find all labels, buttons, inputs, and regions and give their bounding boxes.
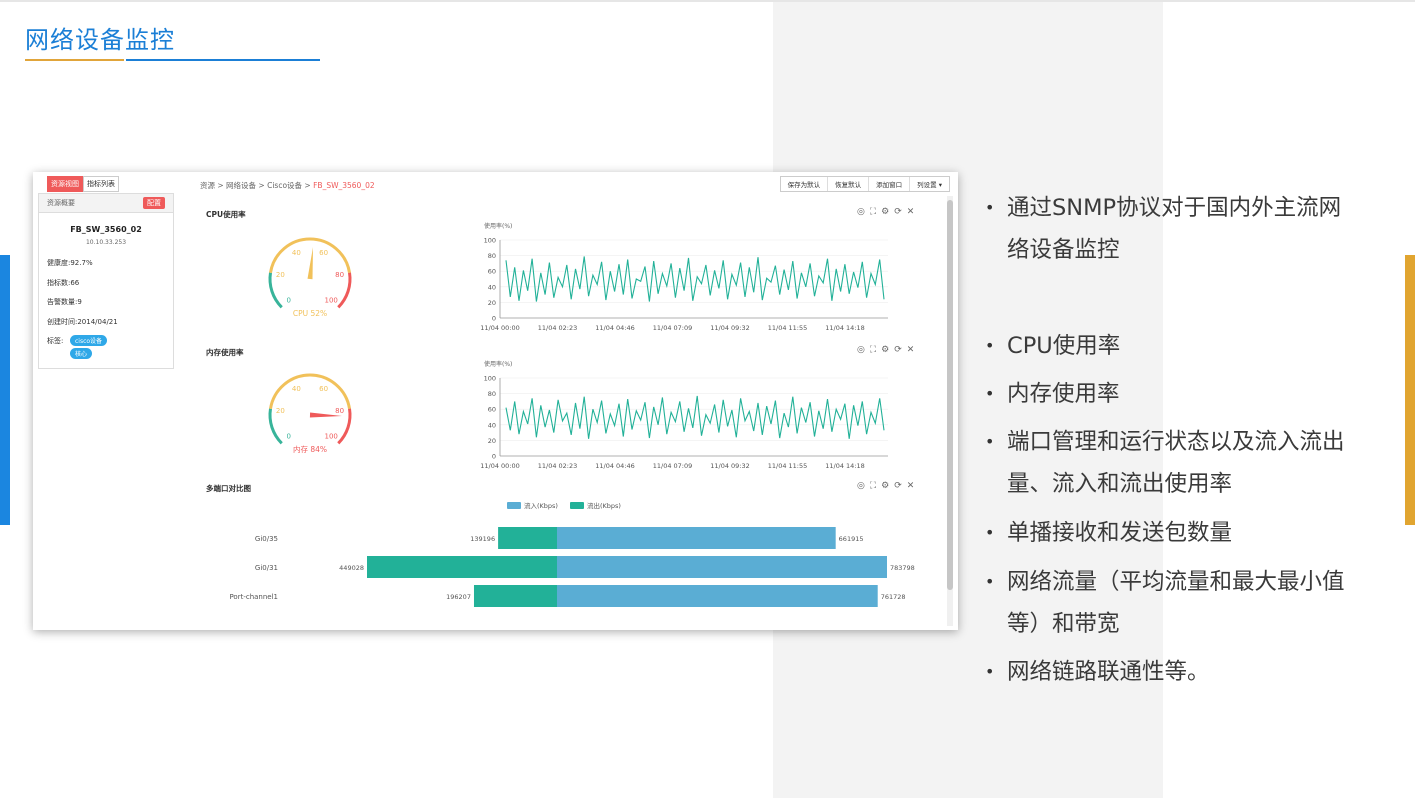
title-underline-gold [25, 59, 124, 61]
bullet-marker: • [985, 662, 995, 681]
gauge-tick-label: 20 [276, 271, 285, 279]
bullet-marker: • [985, 336, 995, 355]
y-axis-title: 使用率(%) [484, 360, 512, 368]
x-tick-label: 11/04 00:00 [480, 462, 520, 470]
monitoring-screenshot: 资源视图 指标列表 资源概要 配置 FB_SW_3560_02 10.10.33… [33, 172, 958, 630]
bar-value-label: 783798 [890, 564, 915, 572]
bullet-marker: • [985, 384, 995, 403]
gauge-tick-label: 40 [292, 249, 301, 257]
x-tick-label: 11/04 14:18 [825, 462, 865, 470]
bar-value-label: 139196 [470, 535, 495, 543]
y-axis-title: 使用率(%) [484, 222, 512, 230]
legend-label: 流入(Kbps) [524, 501, 558, 510]
bar-value-label: 661915 [839, 535, 864, 543]
gauge-value-label: CPU 52% [293, 309, 327, 318]
gauge-arc [269, 373, 351, 409]
series-line [505, 395, 885, 439]
bullet-marker: • [985, 198, 995, 217]
list-item-text: CPU使用率 [1007, 333, 1121, 359]
list-item-text: 端口管理和运行状态以及流入流出量、流入和流出使用率 [1007, 429, 1345, 497]
y-tick-label: 0 [492, 315, 496, 323]
list-item: • 网络链路联通性等。 [985, 651, 1355, 693]
list-item: • 单播接收和发送包数量 [985, 512, 1355, 554]
x-tick-label: 11/04 14:18 [825, 324, 865, 332]
title-underline-blue [126, 59, 320, 61]
y-tick-label: 80 [488, 252, 496, 260]
x-tick-label: 11/04 07:09 [653, 324, 693, 332]
bar-outbound [498, 527, 557, 549]
gauge-tick-label: 60 [319, 249, 328, 257]
right-accent-bar [1405, 255, 1415, 525]
bar-value-label: 449028 [339, 564, 364, 572]
legend-swatch [570, 502, 584, 509]
y-tick-label: 20 [488, 437, 496, 445]
y-tick-label: 40 [488, 421, 496, 429]
gauge-tick-label: 0 [287, 433, 291, 441]
gauge-tick-label: 100 [325, 297, 338, 305]
y-tick-label: 100 [484, 375, 496, 383]
list-item-text: 单播接收和发送包数量 [1007, 520, 1233, 546]
legend-label: 流出(Kbps) [587, 501, 621, 510]
bullet-marker: • [985, 432, 995, 451]
bar-outbound [473, 585, 557, 607]
x-tick-label: 11/04 11:55 [768, 462, 808, 470]
bar-inbound [557, 585, 878, 607]
gauge-tick-label: 40 [292, 385, 301, 393]
screenshot-reflection: 020406080100CPU 52%使用率(%)10080604020011/… [33, 632, 958, 798]
series-line [505, 256, 885, 302]
list-item-text: 网络流量（平均流量和最大最小值等）和带宽 [1007, 569, 1345, 637]
scrollbar-thumb[interactable] [947, 200, 953, 590]
category-label: Gi0/31 [255, 564, 278, 572]
category-label: Port-channel1 [229, 593, 278, 601]
x-tick-label: 11/04 02:23 [538, 324, 578, 332]
x-tick-label: 11/04 11:55 [768, 324, 808, 332]
bar-outbound [367, 556, 557, 578]
list-item: • 通过SNMP协议对于国内外主流网络设备监控 [985, 187, 1355, 271]
gauge-tick-label: 80 [335, 271, 344, 279]
y-tick-label: 80 [488, 390, 496, 398]
bar-value-label: 196207 [446, 593, 471, 601]
bar-value-label: 761728 [881, 593, 906, 601]
category-label: Gi0/35 [255, 535, 278, 543]
list-item-text: 通过SNMP协议对于国内外主流网络设备监控 [1007, 195, 1342, 263]
legend-swatch [507, 502, 521, 509]
list-item-text: 网络链路联通性等。 [1007, 659, 1210, 685]
gauge-tick-label: 60 [319, 385, 328, 393]
y-tick-label: 0 [492, 453, 496, 461]
bullet-marker: • [985, 523, 995, 542]
bar-inbound [557, 527, 836, 549]
gauge-tick-label: 20 [276, 407, 285, 415]
y-tick-label: 40 [488, 283, 496, 291]
list-item: • 内存使用率 [985, 373, 1355, 415]
y-tick-label: 100 [484, 237, 496, 245]
top-border [0, 0, 1415, 2]
list-item-text: 内存使用率 [1007, 381, 1120, 407]
x-tick-label: 11/04 04:46 [595, 324, 635, 332]
x-tick-label: 11/04 09:32 [710, 324, 750, 332]
gauge-tick-label: 0 [287, 297, 291, 305]
y-tick-label: 60 [488, 406, 496, 414]
gauge-value-label: 内存 84% [293, 444, 327, 454]
page-title: 网络设备监控 [25, 26, 175, 54]
gauge-needle [307, 247, 314, 280]
x-tick-label: 11/04 09:32 [710, 462, 750, 470]
charts-layer: 02040 6080100CPU 52%使用率(%)10080604020011/… [229, 222, 915, 607]
gauge-tick-label: 80 [335, 407, 344, 415]
list-item: • 网络流量（平均流量和最大最小值等）和带宽 [985, 561, 1355, 645]
x-tick-label: 11/04 07:09 [653, 462, 693, 470]
bullet-marker: • [985, 572, 995, 591]
x-tick-label: 11/04 04:46 [595, 462, 635, 470]
bar-inbound [557, 556, 887, 578]
gauge-tick-label: 100 [325, 433, 338, 441]
x-tick-label: 11/04 02:23 [538, 462, 578, 470]
y-tick-label: 60 [488, 268, 496, 276]
list-item: • 端口管理和运行状态以及流入流出量、流入和流出使用率 [985, 421, 1355, 505]
left-accent-bar [0, 255, 10, 525]
y-tick-label: 20 [488, 299, 496, 307]
list-item: • CPU使用率 [985, 325, 1355, 367]
x-tick-label: 11/04 00:00 [480, 324, 520, 332]
